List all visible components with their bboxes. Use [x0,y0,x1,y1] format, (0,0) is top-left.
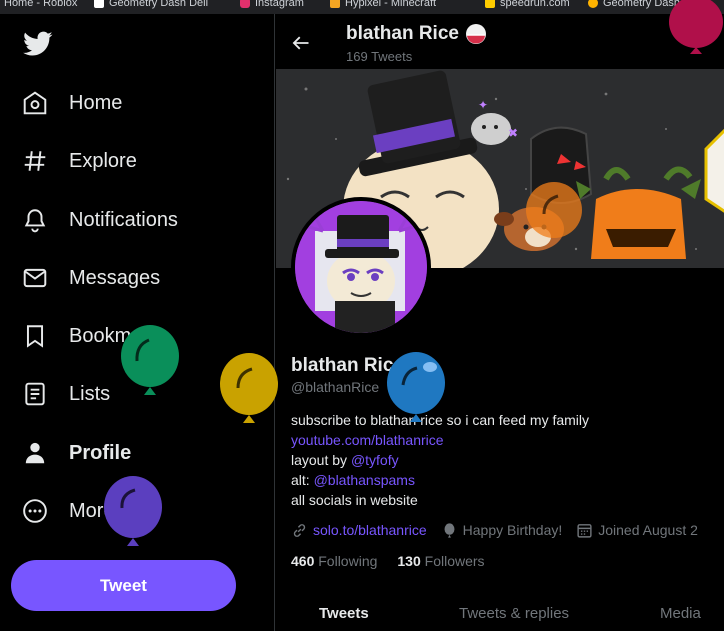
bell-icon [24,209,46,233]
nav-item-home[interactable]: Home [22,85,122,121]
profile-meta: solo.to/blathanrice Happy Birthday! Join… [291,519,698,541]
header-title: blathan Rice [346,23,487,45]
nav-label: Bookmarks [69,324,170,347]
nav-label: Explore [69,149,137,172]
bookmark-item[interactable]: Instagram [240,0,304,10]
link-icon [293,523,306,537]
followers-count: 130 [397,553,421,569]
bookmarks-bar: Home - Roblox Geometry Dash Deli Instagr… [0,0,724,14]
back-arrow-icon[interactable] [291,33,311,53]
followers-label: Followers [424,553,485,569]
calendar-icon [577,523,592,538]
followers-link[interactable]: 130 Followers [397,553,484,569]
nav-label: Messages [69,266,161,289]
geometry-dash-icon [588,0,598,8]
sidebar: Home Explore Notifications Messages Book… [0,14,275,631]
bio-youtube-link[interactable]: youtube.com/blathanrice [291,430,589,450]
avatar-illustration [295,201,427,333]
nav-item-messages[interactable]: Messages [22,260,160,296]
bookmark-item[interactable]: speedrun.com [485,0,570,10]
instagram-icon [240,0,250,8]
bio-text: layout by [291,452,351,468]
website-item: solo.to/blathanrice [291,522,427,539]
bio-line: all socials in website [291,492,418,508]
profile-handle: @blathanRice [291,379,380,395]
bio-line: alt: @blathanspams [291,470,589,490]
tweet-button[interactable]: Tweet [11,560,236,611]
tab-tweets[interactable]: Tweets [319,594,369,631]
envelope-icon [23,268,47,288]
birthday-text: Happy Birthday! [462,522,563,538]
bookmark-icon [26,325,44,348]
hypixel-icon [330,0,340,8]
bookmark-item[interactable]: Hypixel - Minecraft [330,0,436,10]
profile-name: blathan Rice [291,355,432,377]
twitter-bird-icon[interactable] [23,31,53,57]
website-link[interactable]: solo.to/blathanrice [313,522,427,538]
bio-mention-link[interactable]: @blathanspams [314,472,415,488]
profile-bio: subscribe to blathan rice so i can feed … [291,410,589,510]
nav-item-bookmarks[interactable]: Bookmarks [22,318,169,354]
hashtag-icon [24,151,46,171]
profile-header: blathan Rice 169 Tweets [276,14,724,69]
header-name: blathan Rice [346,23,459,44]
list-icon [25,382,45,406]
bookmark-item[interactable]: Geometry Dash Deli [94,0,208,10]
balloon-icon [444,522,455,538]
speedrun-icon [485,0,495,8]
birthday-item: Happy Birthday! [441,522,563,539]
nav-label: Lists [69,382,111,405]
rice-bowl-icon [410,356,431,376]
bookmark-favicon-icon [94,0,104,8]
joined-text: Joined August 2 [598,522,698,538]
bio-line: subscribe to blathan rice so i can feed … [291,412,590,428]
nav-item-notifications[interactable]: Notifications [22,202,178,238]
following-link[interactable]: 460 Following [291,553,377,569]
bookmark-item[interactable]: Home - Roblox [4,0,77,10]
svg-text:✖: ✖ [508,126,518,140]
person-icon [25,442,45,464]
following-count: 460 [291,553,315,569]
bookmark-item[interactable]: Geometry Dash Brow [588,0,708,10]
rice-bowl-icon [465,24,486,44]
following-label: Following [318,553,378,569]
svg-text:✦: ✦ [478,98,488,112]
nav-label: More [69,499,115,522]
more-icon [23,499,47,523]
profile-avatar[interactable] [291,197,431,337]
nav-item-more[interactable]: More [22,493,115,529]
nav-item-profile[interactable]: Profile [22,435,131,471]
profile-column: blathan Rice 169 Tweets ✦ ✖ blathan Rice… [276,14,724,631]
tweet-count: 169 Tweets [346,49,413,64]
bio-text: alt: [291,472,314,488]
nav-label: Profile [69,441,132,464]
profile-tabs: Tweets Tweets & replies Media [276,594,724,631]
follow-stats: 460 Following 130 Followers [291,553,485,569]
nav-label: Notifications [69,208,178,231]
bio-line: layout by @tyfofy [291,450,589,470]
nav-item-explore[interactable]: Explore [22,143,137,179]
nav-label: Home [69,91,123,114]
nav-item-lists[interactable]: Lists [22,376,110,412]
home-icon [23,91,47,115]
tab-tweets-replies[interactable]: Tweets & replies [459,594,569,631]
bio-mention-link[interactable]: @tyfofy [351,452,399,468]
profile-name-text: blathan Rice [291,355,404,376]
tab-media[interactable]: Media [660,594,701,631]
joined-item: Joined August 2 [576,522,698,539]
